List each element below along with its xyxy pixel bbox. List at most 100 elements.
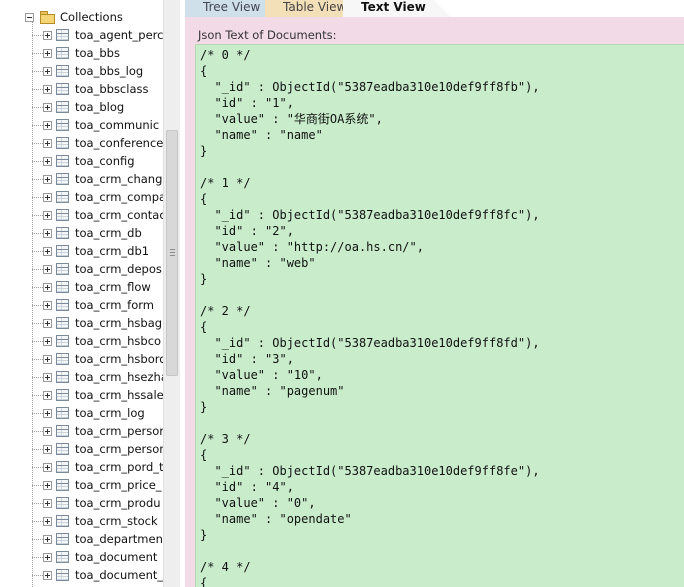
tree-item-collection[interactable]: toa_crm_log <box>32 404 145 422</box>
json-text-area[interactable]: /* 0 */ { "_id" : ObjectId("5387eadba310e… <box>195 44 684 587</box>
brace-open: { <box>200 320 208 334</box>
tree-item-collection[interactable]: toa_bbs_log <box>31 62 143 80</box>
collection-table-icon <box>56 407 69 419</box>
tree-item-collection[interactable]: toa_crm_contac <box>32 206 163 224</box>
expand-icon[interactable] <box>43 390 52 400</box>
collection-table-icon <box>56 47 69 59</box>
collection-table-icon <box>56 29 69 41</box>
brace-close: } <box>200 528 208 542</box>
tree-node-collections[interactable]: Collections <box>25 8 123 26</box>
brace-close: } <box>200 144 208 158</box>
tree-item-collection[interactable]: toa_crm_form <box>32 296 154 314</box>
expand-icon[interactable] <box>43 444 52 454</box>
expand-icon[interactable] <box>43 462 52 472</box>
tree-item-collection[interactable]: toa_crm_produ <box>32 494 161 512</box>
collection-table-icon <box>56 119 69 131</box>
tree-item-collection[interactable]: toa_crm_hsezha <box>32 368 163 386</box>
document-spacer <box>200 287 684 303</box>
json-field-line: "name" : "name" <box>200 128 323 142</box>
collection-table-icon <box>56 425 69 437</box>
tab-text-view[interactable]: Text View <box>343 0 451 17</box>
expand-icon[interactable] <box>43 174 52 184</box>
tree-item-label: toa_crm_persor <box>75 442 163 456</box>
brace-open: { <box>200 192 208 206</box>
tree-item-collection[interactable]: toa_agent_perc <box>32 26 163 44</box>
tree-item-label: toa_crm_db1 <box>75 244 150 258</box>
tree-item-collection[interactable]: toa_crm_compa <box>31 188 163 206</box>
expand-icon[interactable] <box>43 30 52 40</box>
expand-icon[interactable] <box>43 534 52 544</box>
document-header-comment: /* 4 */ <box>200 560 251 574</box>
expand-icon[interactable] <box>43 246 52 256</box>
expand-icon[interactable] <box>43 102 52 112</box>
tree-item-collection[interactable]: toa_crm_chang <box>31 170 162 188</box>
tree-node-label: Collections <box>60 10 123 24</box>
tree-item-collection[interactable]: toa_crm_price_ <box>32 476 162 494</box>
tree-item-collection[interactable]: toa_crm_pord_t <box>32 458 163 476</box>
tree-item-collection[interactable]: toa_crm_flow <box>32 278 151 296</box>
collection-table-icon <box>56 281 69 293</box>
collection-table-icon <box>56 155 69 167</box>
collection-table-icon <box>56 389 69 401</box>
collection-table-icon <box>56 299 69 311</box>
expand-icon[interactable] <box>43 480 52 490</box>
tree-item-collection[interactable]: toa_crm_hsbco <box>31 332 161 350</box>
expand-icon[interactable] <box>43 48 52 58</box>
expand-icon[interactable] <box>43 300 52 310</box>
expand-icon[interactable] <box>43 66 52 76</box>
scrollbar-thumb[interactable] <box>166 130 178 376</box>
tree-item-collection[interactable]: toa_bbs <box>32 44 120 62</box>
tree-item-collection[interactable]: toa_blog <box>31 98 124 116</box>
tree-item-collection[interactable]: toa_crm_depos <box>32 260 162 278</box>
collection-table-icon <box>56 497 69 509</box>
tree-item-collection[interactable]: toa_crm_hsbag <box>31 314 163 332</box>
tree-item-collection[interactable]: toa_document_ <box>31 566 163 584</box>
expand-icon[interactable] <box>43 498 52 508</box>
expand-icon[interactable] <box>43 210 52 220</box>
tree-item-label: toa_crm_log <box>75 406 145 420</box>
expand-icon[interactable] <box>43 264 52 274</box>
json-field-line: "value" : "华商街OA系统", <box>200 112 383 126</box>
tree-item-collection[interactable]: toa_communic <box>31 116 159 134</box>
tree-item-collection[interactable]: toa_departmen <box>32 530 163 548</box>
tree-item-collection[interactable]: toa_conference <box>31 134 163 152</box>
tree-item-collection[interactable]: toa_crm_hssale <box>32 386 163 404</box>
expand-icon[interactable] <box>43 138 52 148</box>
tree-item-label: toa_crm_hsbag <box>75 316 163 330</box>
tree-item-label: toa_crm_hsbord <box>75 352 163 366</box>
document-header-comment: /* 1 */ <box>200 176 251 190</box>
expand-icon[interactable] <box>43 552 52 562</box>
expand-icon[interactable] <box>43 426 52 436</box>
tree-item-collection[interactable]: toa_document <box>31 548 157 566</box>
expand-icon[interactable] <box>43 156 52 166</box>
tree-scrollbar[interactable] <box>163 0 180 587</box>
json-field-line: "id" : "2", <box>200 224 294 238</box>
tree-item-collection[interactable]: toa_crm_hsbord <box>32 350 163 368</box>
collection-table-icon <box>56 569 69 581</box>
expand-icon[interactable] <box>43 408 52 418</box>
tree-item-label: toa_crm_depos <box>75 262 162 276</box>
tree-item-collection[interactable]: toa_crm_db <box>32 224 142 242</box>
tree-item-collection[interactable]: toa_crm_persor <box>31 422 163 440</box>
brace-close: } <box>200 400 208 414</box>
tree-item-collection[interactable]: toa_bbsclass <box>31 80 148 98</box>
expand-icon[interactable] <box>43 84 52 94</box>
expand-icon[interactable] <box>43 336 52 346</box>
expand-icon[interactable] <box>43 120 52 130</box>
json-field-line: "_id" : ObjectId("5387eadba310e10def9ff8… <box>200 208 540 222</box>
brace-open: { <box>200 448 208 462</box>
tree-item-collection[interactable]: toa_config <box>32 152 135 170</box>
expand-icon[interactable] <box>43 354 52 364</box>
tree-item-collection[interactable]: toa_crm_persor <box>31 440 163 458</box>
collapse-icon[interactable] <box>25 12 34 22</box>
expand-icon[interactable] <box>43 282 52 292</box>
expand-icon[interactable] <box>43 372 52 382</box>
expand-icon[interactable] <box>43 228 52 238</box>
tree-item-collection[interactable]: toa_crm_db1 <box>31 242 150 260</box>
expand-icon[interactable] <box>43 192 52 202</box>
scrollbar-grip-icon <box>170 249 175 257</box>
tree-item-collection[interactable]: toa_crm_stock <box>32 512 158 530</box>
expand-icon[interactable] <box>43 318 52 328</box>
expand-icon[interactable] <box>43 570 52 580</box>
expand-icon[interactable] <box>43 516 52 526</box>
